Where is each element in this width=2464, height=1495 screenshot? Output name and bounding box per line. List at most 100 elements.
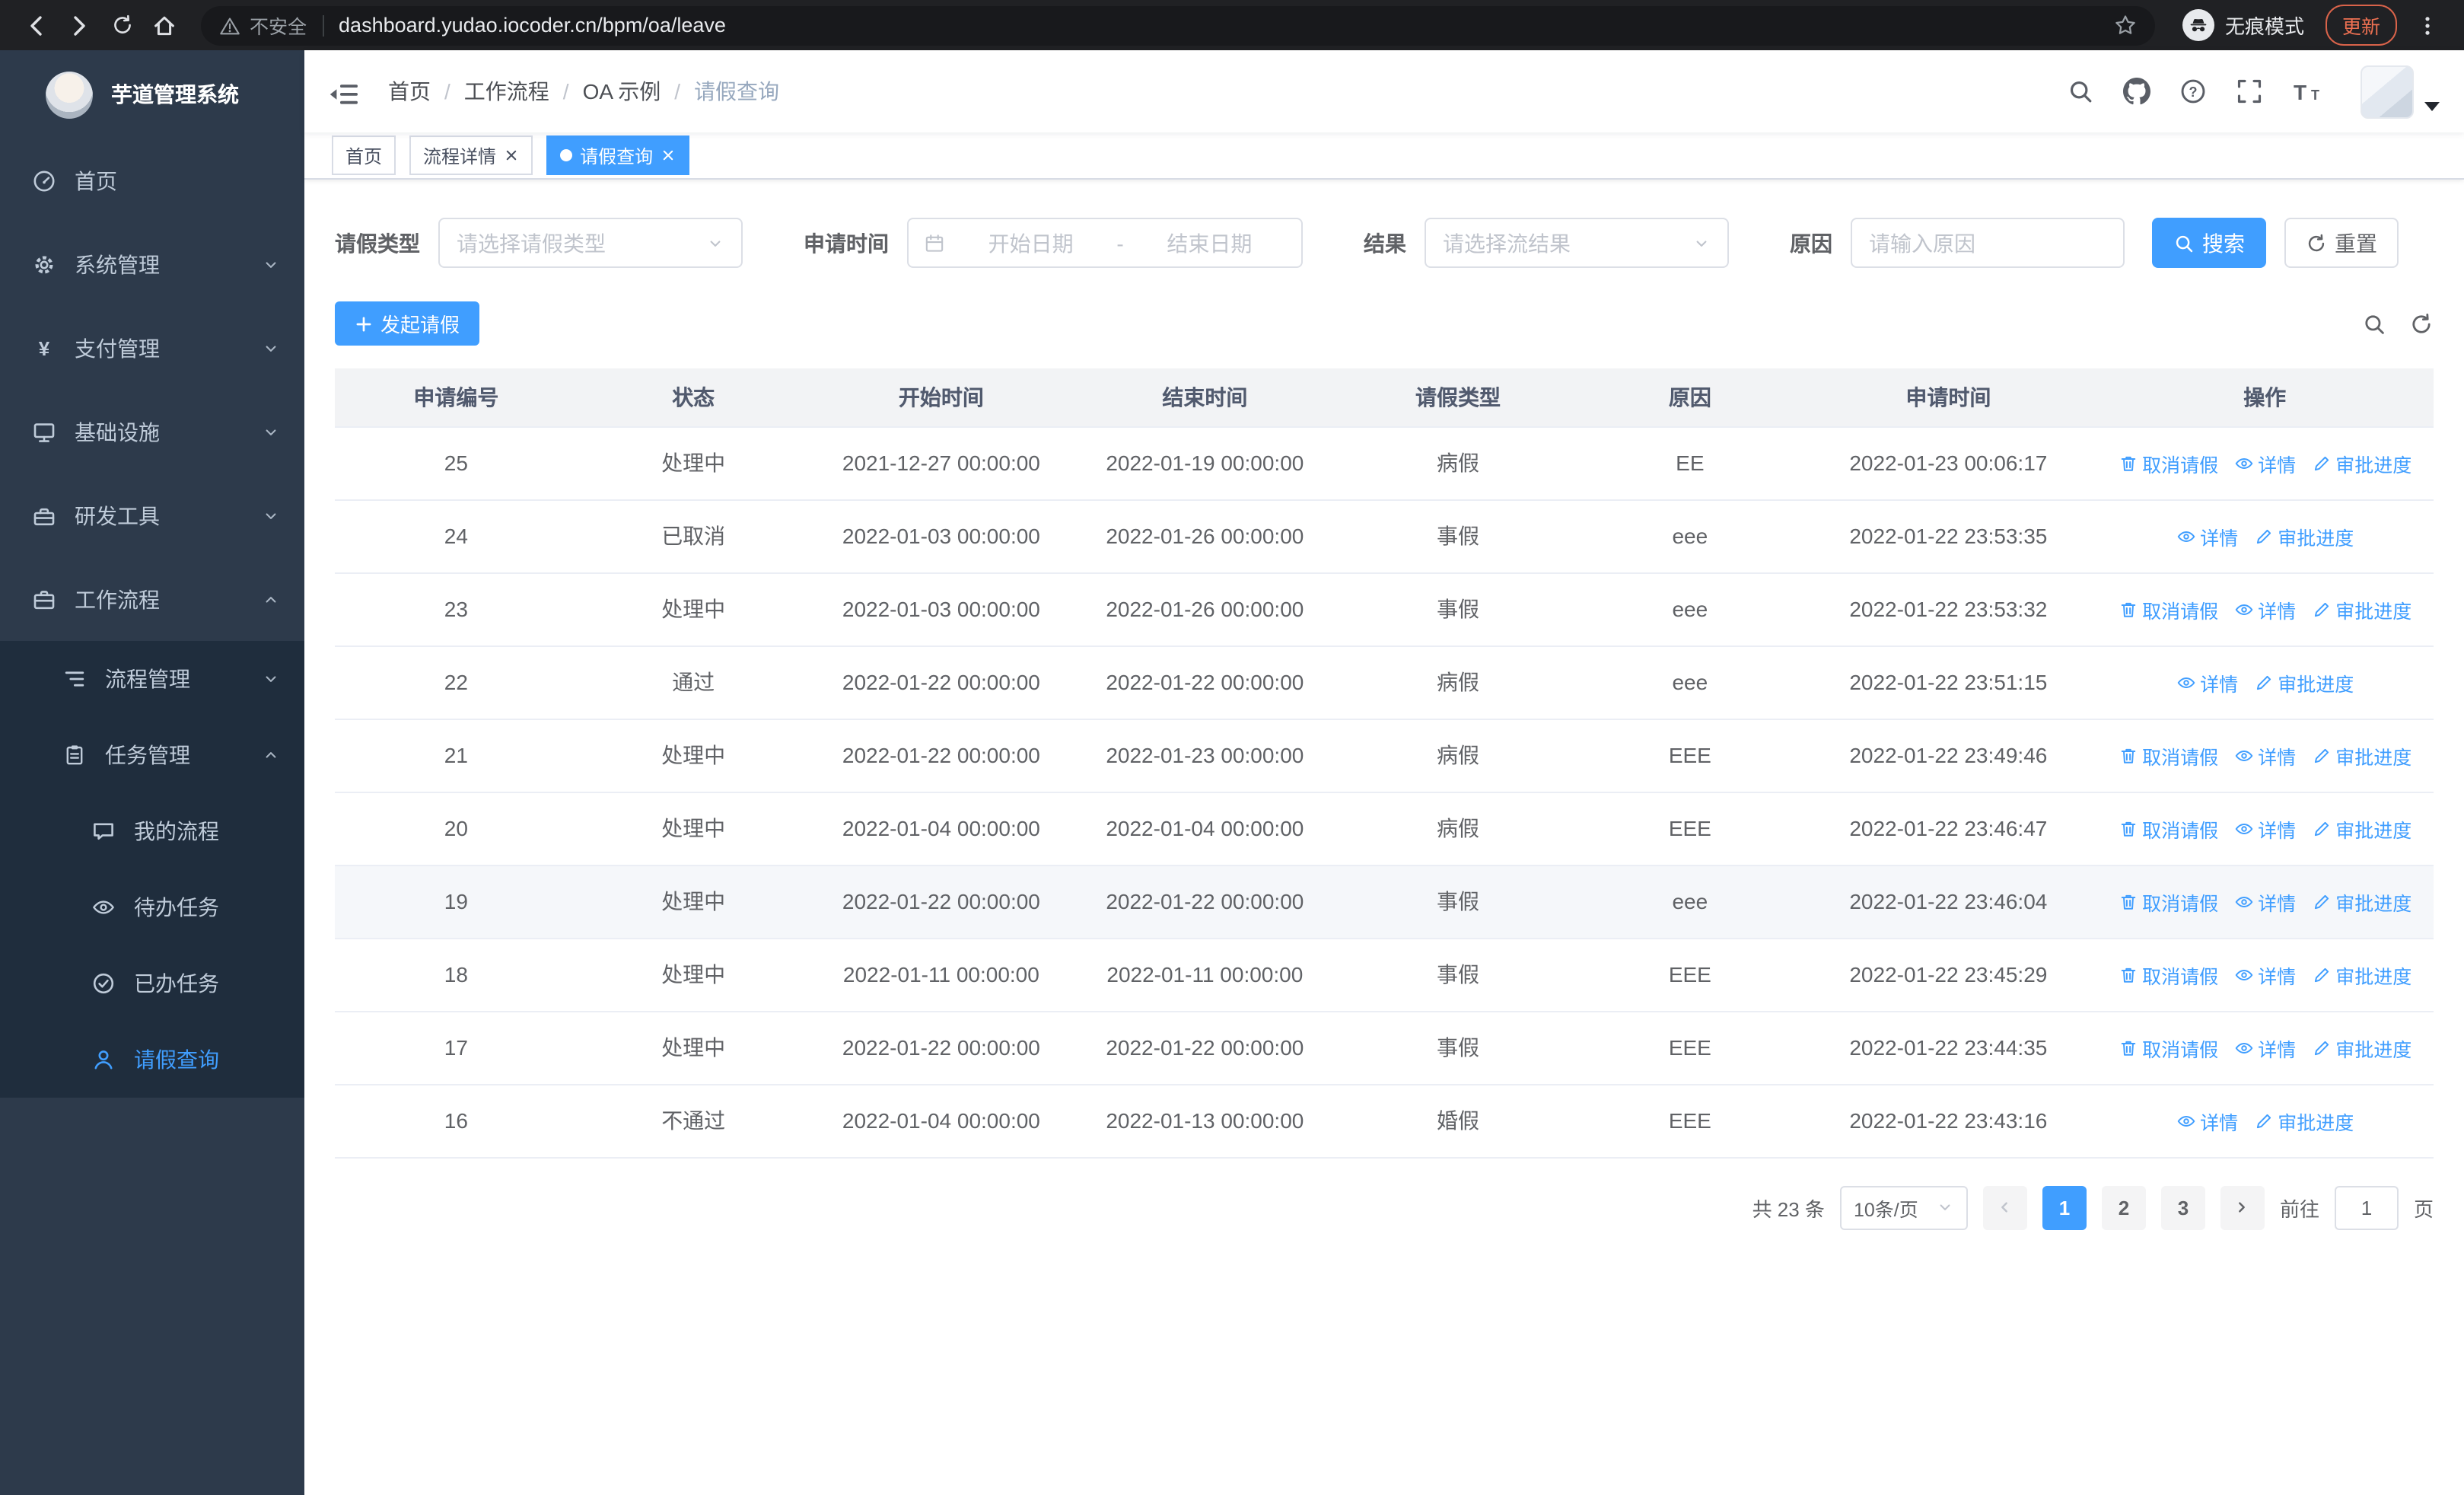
browser-forward-button[interactable]: [58, 4, 100, 46]
cancel-action-link[interactable]: 取消请假: [2118, 741, 2218, 770]
toggle-search-button[interactable]: [2362, 311, 2386, 336]
browser-chrome: 不安全 dashboard.yudao.iocoder.cn/bpm/oa/le…: [0, 0, 2464, 50]
detail-action-link[interactable]: 详情: [2233, 448, 2296, 477]
detail-action-link[interactable]: 详情: [2176, 668, 2238, 696]
goto-page-input[interactable]: [2334, 1185, 2399, 1229]
progress-action-link[interactable]: 审批进度: [2311, 960, 2411, 989]
status-cell: 处理中: [577, 572, 810, 646]
sidebar-item-task-mgmt[interactable]: 任务管理: [0, 717, 304, 793]
warning-icon: [219, 14, 240, 36]
breadcrumb-item[interactable]: OA 示例: [583, 76, 661, 107]
sidebar-item-label: 系统管理: [75, 252, 160, 276]
progress-action-link[interactable]: 审批进度: [2311, 741, 2411, 770]
progress-action-link[interactable]: 审批进度: [2253, 521, 2354, 550]
chevron-down-icon: [262, 422, 280, 441]
cancel-action-link[interactable]: 取消请假: [2118, 1033, 2218, 1062]
sidebar-item-label: 流程管理: [105, 667, 190, 691]
apply-time-range-picker[interactable]: 开始日期 - 结束日期: [907, 218, 1303, 268]
sidebar-item-infrastructure[interactable]: 基础设施: [0, 390, 304, 473]
browser-home-button[interactable]: [143, 4, 186, 46]
reason-input[interactable]: [1851, 218, 2125, 268]
cancel-action-link[interactable]: 取消请假: [2118, 960, 2218, 989]
progress-action-link[interactable]: 审批进度: [2253, 668, 2354, 696]
breadcrumb-item[interactable]: 首页: [388, 76, 431, 107]
security-indicator[interactable]: 不安全: [219, 11, 307, 40]
fullscreen-button[interactable]: [2236, 78, 2263, 105]
sidebar-item-todo-tasks[interactable]: 待办任务: [0, 869, 304, 945]
tab-process-detail[interactable]: 流程详情: [409, 135, 533, 175]
browser-back-button[interactable]: [15, 4, 58, 46]
leave-type-select[interactable]: 请选择请假类型: [438, 218, 743, 268]
result-select[interactable]: 请选择流结果: [1425, 218, 1729, 268]
detail-action-link[interactable]: 详情: [2233, 814, 2296, 843]
sidebar-item-done-tasks[interactable]: 已办任务: [0, 945, 304, 1022]
refresh-list-button[interactable]: [2409, 311, 2434, 336]
detail-action-link[interactable]: 详情: [2233, 1033, 2296, 1062]
sidebar-item-my-process[interactable]: 我的流程: [0, 793, 304, 869]
table-row: 23 处理中 2022-01-03 00:00:00 2022-01-26 00:00…: [335, 572, 2434, 646]
github-link[interactable]: [2123, 78, 2150, 105]
detail-action-link[interactable]: 详情: [2233, 887, 2296, 916]
reason-cell: eee: [1579, 499, 1801, 573]
progress-action-link[interactable]: 审批进度: [2311, 814, 2411, 843]
cancel-action-link[interactable]: 取消请假: [2118, 887, 2218, 916]
font-size-button[interactable]: TT: [2292, 78, 2326, 104]
address-bar[interactable]: 不安全 dashboard.yudao.iocoder.cn/bpm/oa/le…: [201, 5, 2155, 45]
progress-action-link[interactable]: 审批进度: [2311, 448, 2411, 477]
bookmark-star-icon[interactable]: [2114, 14, 2137, 37]
reset-button[interactable]: 重置: [2284, 218, 2399, 268]
cancel-action-link[interactable]: 取消请假: [2118, 594, 2218, 623]
search-button[interactable]: 搜索: [2152, 218, 2266, 268]
detail-action-link[interactable]: 详情: [2233, 741, 2296, 770]
breadcrumb-item[interactable]: 工作流程: [464, 76, 549, 107]
detail-action-link[interactable]: 详情: [2233, 960, 2296, 989]
action-label: 取消请假: [2142, 1039, 2219, 1060]
leave-type-cell: 病假: [1336, 426, 1580, 500]
sidebar-item-payment-mgmt[interactable]: ¥ 支付管理: [0, 306, 304, 390]
progress-action-link[interactable]: 审批进度: [2311, 887, 2411, 916]
detail-action-link[interactable]: 详情: [2176, 1106, 2238, 1135]
progress-action-link[interactable]: 审批进度: [2311, 1033, 2411, 1062]
cancel-action-link[interactable]: 取消请假: [2118, 448, 2218, 477]
user-menu[interactable]: [2361, 65, 2440, 118]
progress-action-link[interactable]: 审批进度: [2311, 594, 2411, 623]
close-icon[interactable]: [661, 148, 676, 163]
sidebar-collapse-button[interactable]: [329, 78, 362, 104]
page-button-3[interactable]: 3: [2160, 1185, 2205, 1229]
help-button[interactable]: ?: [2179, 78, 2207, 105]
create-leave-label: 发起请假: [380, 314, 460, 336]
header-search-button[interactable]: [2067, 78, 2094, 105]
page-button-2[interactable]: 2: [2101, 1185, 2146, 1229]
progress-action-link[interactable]: 审批进度: [2253, 1106, 2354, 1135]
create-leave-button[interactable]: 发起请假: [335, 301, 480, 346]
app-shell: 芋道管理系统 首页 系统管理 ¥ 支付管理 基础设施 研发工具 工作流程 流程管理 任务管理 我的…: [0, 50, 2464, 1495]
sidebar-item-home[interactable]: 首页: [0, 139, 304, 222]
close-icon[interactable]: [504, 148, 519, 163]
sidebar-item-leave-query[interactable]: 请假查询: [0, 1022, 304, 1098]
prev-page-button[interactable]: [1982, 1185, 2027, 1229]
cancel-action-link[interactable]: 取消请假: [2118, 814, 2218, 843]
apply-id-cell: 20: [335, 792, 578, 865]
sidebar-item-process-mgmt[interactable]: 流程管理: [0, 641, 304, 717]
caret-down-icon: [2424, 101, 2440, 110]
sidebar-item-system-mgmt[interactable]: 系统管理: [0, 222, 304, 306]
action-label: 详情: [2258, 601, 2297, 622]
page-size-select[interactable]: 10条/页: [1839, 1185, 1968, 1229]
app-logo[interactable]: 芋道管理系统: [0, 50, 304, 139]
next-page-button[interactable]: [2220, 1185, 2265, 1229]
action-label: 审批进度: [2278, 1112, 2354, 1133]
detail-action-link[interactable]: 详情: [2176, 521, 2238, 550]
tab-home[interactable]: 首页: [332, 135, 396, 175]
sidebar-item-dev-tools[interactable]: 研发工具: [0, 473, 304, 557]
edit-icon: [2311, 891, 2331, 911]
status-cell: 处理中: [577, 865, 810, 939]
browser-menu-button[interactable]: [2406, 4, 2449, 46]
chevron-up-icon: [262, 746, 280, 764]
browser-update-button[interactable]: 更新: [2325, 5, 2397, 46]
browser-reload-button[interactable]: [100, 4, 143, 46]
sidebar-item-workflow[interactable]: 工作流程: [0, 557, 304, 641]
tab-leave-query[interactable]: 请假查询: [546, 135, 690, 175]
page-button-1[interactable]: 1: [2042, 1185, 2087, 1229]
refresh-icon: [2409, 311, 2434, 336]
detail-action-link[interactable]: 详情: [2233, 594, 2296, 623]
